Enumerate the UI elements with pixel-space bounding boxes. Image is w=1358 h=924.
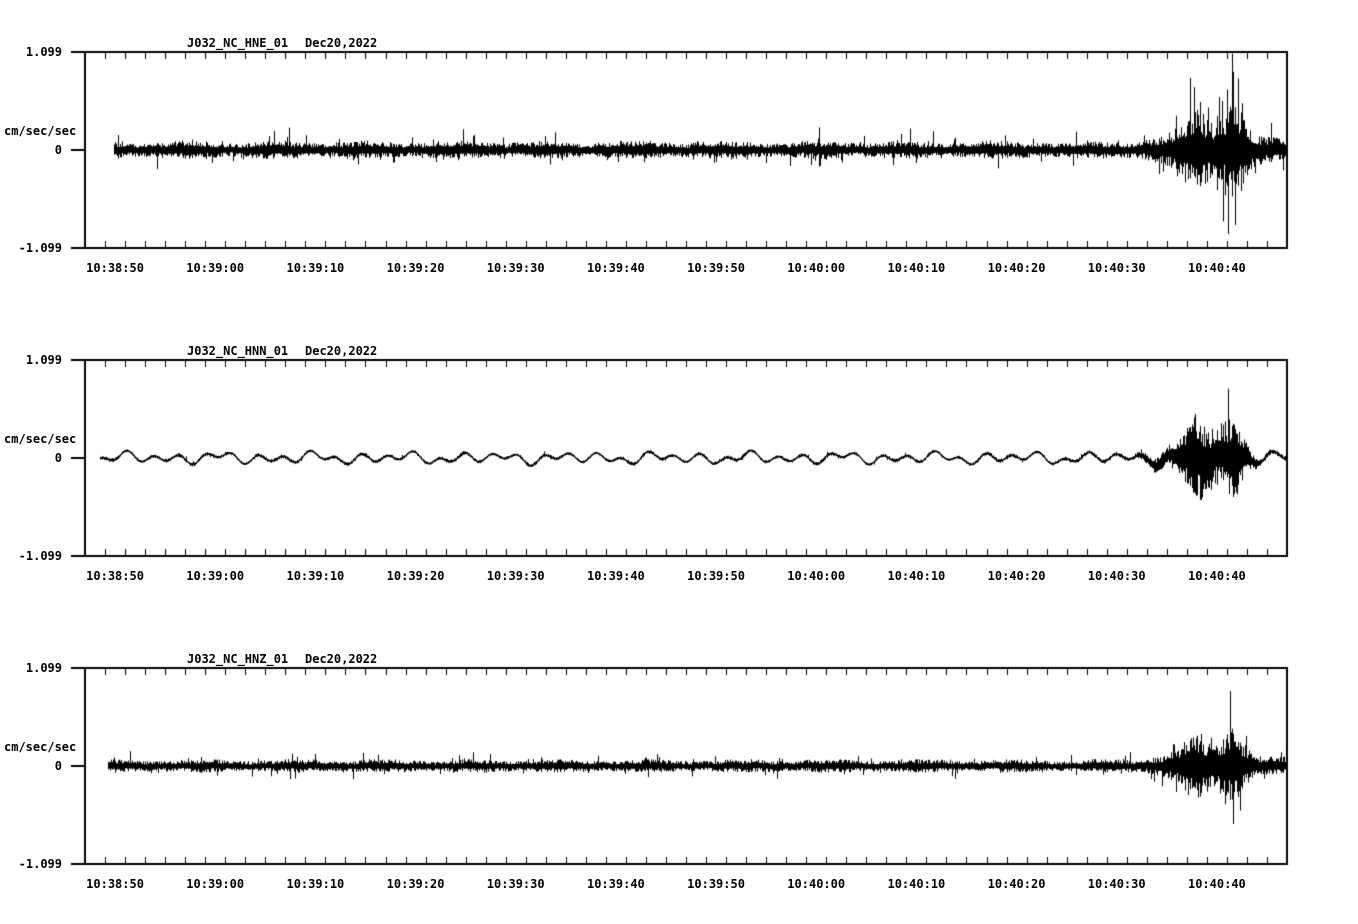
x-tick-label: 10:39:20 (387, 569, 445, 583)
y-axis-zero-label: 0 (0, 759, 62, 773)
x-tick-label: 10:40:10 (887, 261, 945, 275)
y-axis-min-label: -1.099 (0, 549, 62, 563)
x-tick-label: 10:38:50 (86, 877, 144, 891)
x-tick-label: 10:39:50 (687, 877, 745, 891)
x-tick-label: 10:39:30 (487, 261, 545, 275)
x-tick-label: 10:39:30 (487, 569, 545, 583)
y-axis-units-label: cm/sec/sec (4, 740, 76, 754)
x-tick-label: 10:40:10 (887, 877, 945, 891)
x-tick-label: 10:39:00 (186, 877, 244, 891)
x-tick-label: 10:39:40 (587, 877, 645, 891)
panel-title: J032_NC_HNE_01 (187, 36, 288, 50)
y-axis-min-label: -1.099 (0, 857, 62, 871)
y-axis-units-label: cm/sec/sec (4, 124, 76, 138)
x-tick-label: 10:40:20 (988, 877, 1046, 891)
x-tick-label: 10:39:40 (587, 261, 645, 275)
x-tick-label: 10:39:10 (286, 569, 344, 583)
y-axis-max-label: 1.099 (0, 661, 62, 675)
x-tick-label: 10:40:20 (988, 569, 1046, 583)
y-axis-min-label: -1.099 (0, 241, 62, 255)
x-tick-label: 10:40:40 (1188, 877, 1246, 891)
panel-title: J032_NC_HNN_01 (187, 344, 288, 358)
x-tick-label: 10:39:50 (687, 261, 745, 275)
x-tick-label: 10:39:50 (687, 569, 745, 583)
x-tick-label: 10:39:20 (387, 877, 445, 891)
x-tick-label: 10:40:40 (1188, 569, 1246, 583)
x-tick-label: 10:40:10 (887, 569, 945, 583)
seismogram-panel-hnz: J032_NC_HNZ_01 Dec20,2022 1.099 cm/sec/s… (0, 616, 1358, 924)
seismogram-panel-hnn: J032_NC_HNN_01 Dec20,2022 1.099 cm/sec/s… (0, 308, 1358, 616)
x-tick-label: 10:40:00 (787, 261, 845, 275)
x-tick-label: 10:38:50 (86, 569, 144, 583)
x-tick-label: 10:40:30 (1088, 261, 1146, 275)
x-tick-label: 10:39:00 (186, 569, 244, 583)
x-tick-label: 10:39:10 (286, 877, 344, 891)
x-tick-label: 10:38:50 (86, 261, 144, 275)
panel-title: J032_NC_HNZ_01 (187, 652, 288, 666)
x-tick-label: 10:40:30 (1088, 569, 1146, 583)
x-tick-label: 10:40:40 (1188, 261, 1246, 275)
x-tick-label: 10:39:40 (587, 569, 645, 583)
y-axis-zero-label: 0 (0, 143, 62, 157)
x-tick-label: 10:39:10 (286, 261, 344, 275)
y-axis-max-label: 1.099 (0, 353, 62, 367)
x-tick-label: 10:40:00 (787, 569, 845, 583)
y-axis-units-label: cm/sec/sec (4, 432, 76, 446)
x-tick-label: 10:40:20 (988, 261, 1046, 275)
x-tick-label: 10:39:00 (186, 261, 244, 275)
y-axis-max-label: 1.099 (0, 45, 62, 59)
panel-date-label: Dec20,2022 (305, 652, 377, 666)
x-tick-label: 10:40:00 (787, 877, 845, 891)
seismogram-panel-hne: J032_NC_HNE_01 Dec20,2022 1.099 cm/sec/s… (0, 0, 1358, 308)
x-tick-label: 10:39:30 (487, 877, 545, 891)
x-tick-label: 10:39:20 (387, 261, 445, 275)
y-axis-zero-label: 0 (0, 451, 62, 465)
panel-date-label: Dec20,2022 (305, 36, 377, 50)
x-tick-label: 10:40:30 (1088, 877, 1146, 891)
panel-date-label: Dec20,2022 (305, 344, 377, 358)
